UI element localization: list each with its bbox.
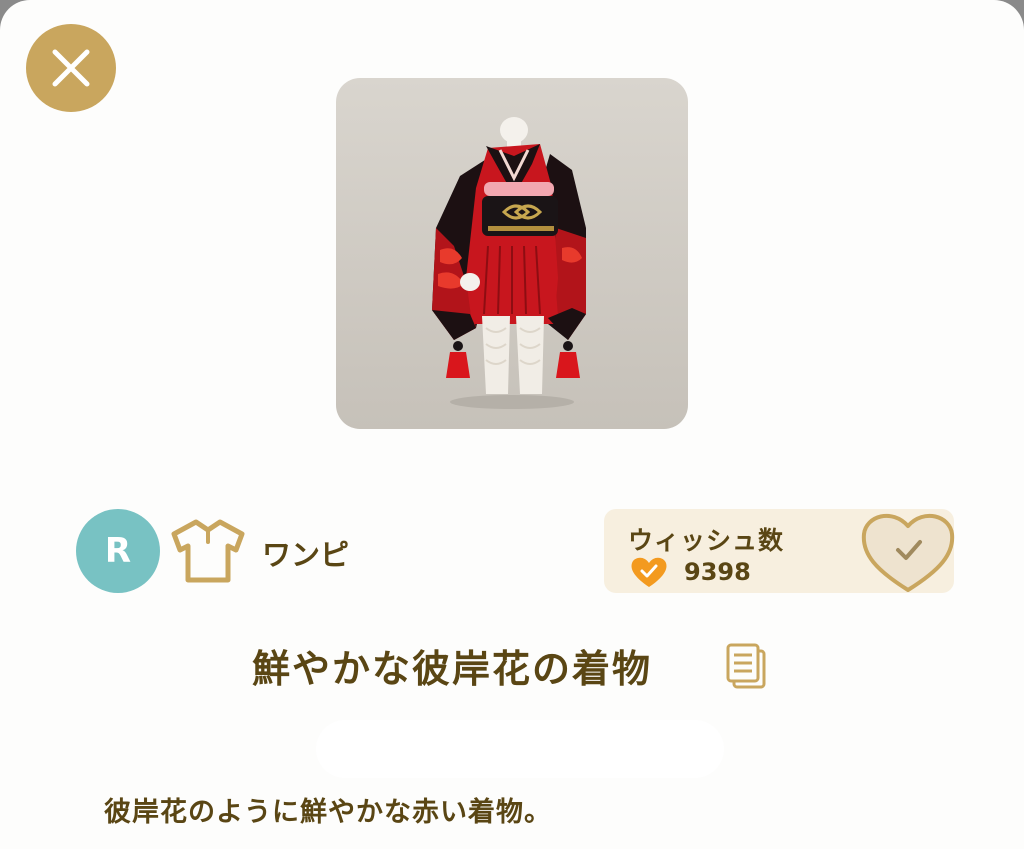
shirt-icon bbox=[171, 519, 245, 583]
wish-count-row: 9398 bbox=[630, 555, 751, 589]
kimono-outfit-image bbox=[432, 117, 586, 409]
wish-heart-button[interactable] bbox=[858, 506, 958, 596]
item-detail-sheet: R ワンピ ウィッシュ数 9398 鮮やかな彼岸花の着物 彼岸花のように鮮やかな… bbox=[0, 0, 1024, 849]
copy-icon[interactable] bbox=[724, 643, 768, 689]
heart-check-icon bbox=[631, 557, 667, 587]
rarity-badge: R bbox=[76, 509, 160, 593]
item-image-frame bbox=[336, 78, 688, 429]
category-label: ワンピ bbox=[262, 538, 350, 572]
item-name: 鮮やかな彼岸花の着物 bbox=[252, 647, 653, 691]
close-icon bbox=[52, 49, 90, 87]
wish-count-value: 9398 bbox=[684, 558, 751, 586]
item-description: 彼岸花のように鮮やかな赤い着物。 bbox=[104, 797, 552, 828]
redacted-area bbox=[316, 720, 724, 778]
wish-count-label: ウィッシュ数 bbox=[628, 526, 785, 555]
close-button[interactable] bbox=[26, 24, 116, 112]
